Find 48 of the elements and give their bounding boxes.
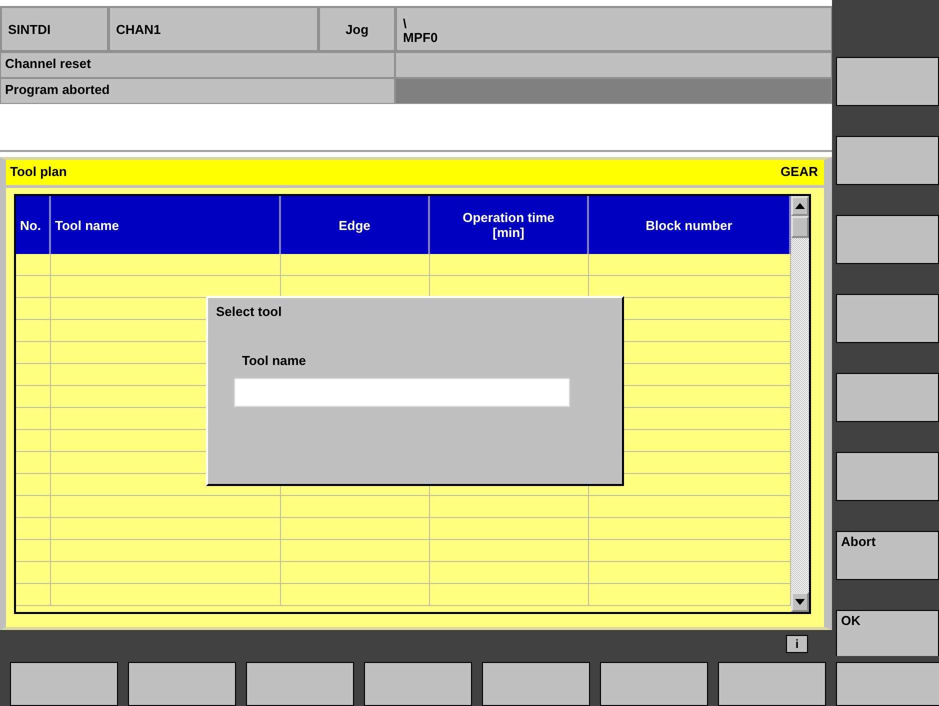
softkey-button[interactable] <box>836 452 939 501</box>
softkey-button[interactable]: OK <box>836 610 939 659</box>
table-cell <box>16 364 51 386</box>
down-arrow-icon <box>795 599 805 605</box>
info-button[interactable]: i <box>786 635 808 653</box>
table-cell <box>16 276 51 298</box>
softkey-button[interactable] <box>836 215 939 264</box>
table-cell <box>16 408 51 430</box>
program-status: Program aborted <box>0 78 395 104</box>
softkey-button[interactable] <box>836 57 939 106</box>
softkey-button[interactable] <box>246 662 354 706</box>
table-cell <box>16 584 51 606</box>
table-cell <box>16 562 51 584</box>
table-cell <box>16 540 51 562</box>
panel-title: Tool plan <box>10 164 67 179</box>
softkey-button[interactable] <box>10 662 118 706</box>
table-cell <box>16 474 51 496</box>
field-label: Tool name <box>242 353 308 368</box>
softkey-button[interactable] <box>836 136 939 185</box>
table-cell <box>16 254 51 276</box>
scroll-up-button[interactable] <box>791 196 809 216</box>
softkey-button[interactable] <box>482 662 590 706</box>
table-cell <box>16 430 51 452</box>
table-cell <box>16 496 51 518</box>
softkey-button[interactable] <box>364 662 472 706</box>
up-arrow-icon <box>795 203 805 209</box>
table-cell <box>16 342 51 364</box>
table-cell <box>16 386 51 408</box>
machine-name: SINTDI <box>0 6 108 52</box>
softkey-button[interactable]: Abort <box>836 531 939 580</box>
table-cell <box>16 320 51 342</box>
table-cell <box>16 452 51 474</box>
tool-name-field[interactable] <box>234 378 570 407</box>
workpiece-name: GEAR <box>780 164 818 179</box>
softkey-button[interactable] <box>128 662 236 706</box>
softkey-button[interactable] <box>600 662 708 706</box>
scroll-thumb[interactable] <box>791 216 809 238</box>
channel-status: Channel reset <box>0 52 395 78</box>
softkey-button[interactable] <box>836 373 939 422</box>
scroll-down-button[interactable] <box>791 592 809 612</box>
table-cell <box>16 298 51 320</box>
program-path: \ MPF0 <box>395 6 832 52</box>
channel-name: CHAN1 <box>108 6 318 52</box>
table-cell <box>16 518 51 540</box>
softkey-button[interactable] <box>836 294 939 343</box>
dialog-title: Select tool <box>216 304 283 319</box>
softkey-button[interactable] <box>836 662 939 706</box>
softkey-button[interactable] <box>718 662 826 706</box>
